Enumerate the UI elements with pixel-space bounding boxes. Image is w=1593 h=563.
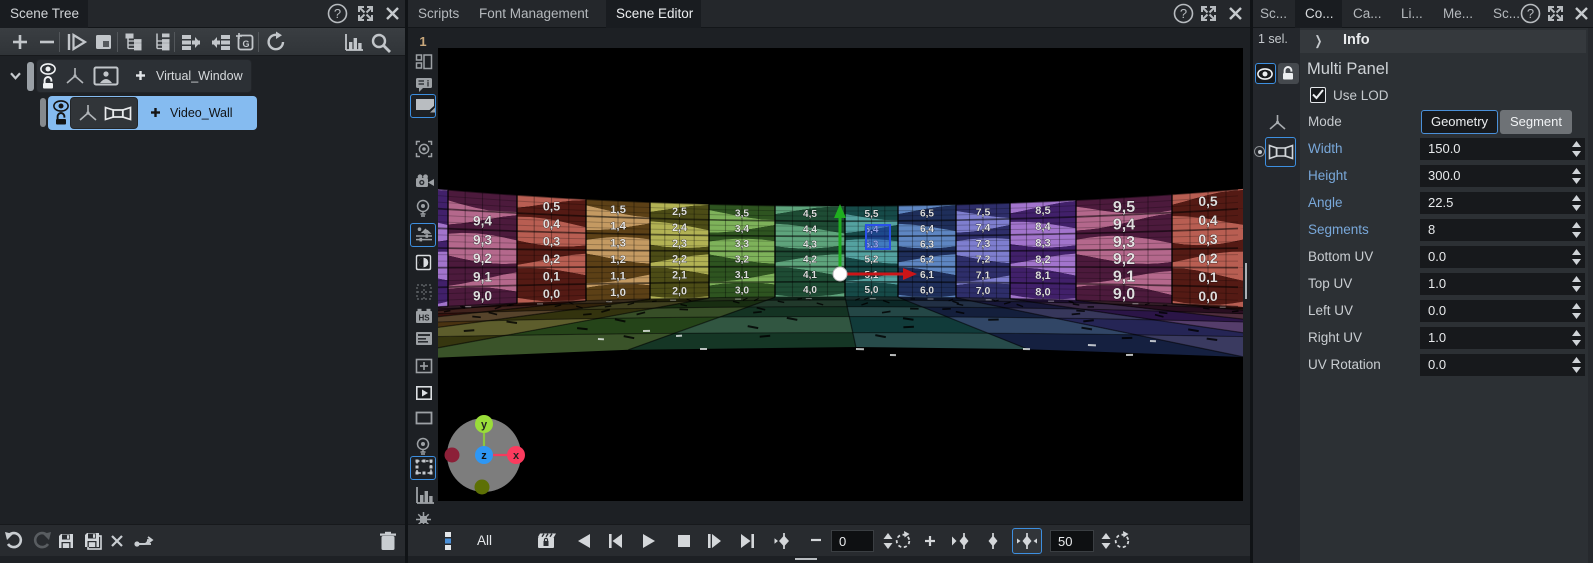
svg-text:2,0: 2,0 (672, 286, 687, 298)
svg-text:5,5: 5,5 (865, 209, 879, 220)
svg-text:5,2: 5,2 (865, 255, 879, 266)
svg-text:9,2: 9,2 (473, 251, 492, 266)
svg-text:6,4: 6,4 (920, 224, 934, 235)
svg-text:9,3: 9,3 (473, 232, 492, 247)
svg-text:9,1: 9,1 (473, 270, 492, 285)
svg-text:0,1: 0,1 (543, 269, 560, 283)
svg-text:3,1: 3,1 (735, 270, 749, 281)
svg-text:4,3: 4,3 (803, 240, 817, 251)
svg-text:6,0: 6,0 (920, 285, 934, 296)
svg-text:8,4: 8,4 (1035, 221, 1051, 233)
svg-text:G: G (242, 39, 249, 49)
svg-text:y: y (481, 419, 488, 431)
svg-text:0,5: 0,5 (1198, 193, 1218, 209)
svg-text:0,1: 0,1 (1198, 269, 1218, 285)
svg-text:3,0: 3,0 (735, 286, 749, 297)
svg-text:0,2: 0,2 (543, 252, 560, 266)
svg-text:x: x (513, 450, 520, 462)
svg-text:1,1: 1,1 (610, 270, 626, 282)
svg-text:8,0: 8,0 (1035, 286, 1050, 298)
svg-text:0,3: 0,3 (543, 234, 560, 248)
svg-text:9,5: 9,5 (1113, 199, 1135, 216)
svg-text:0,0: 0,0 (1198, 288, 1218, 304)
svg-text:3,3: 3,3 (735, 239, 749, 250)
svg-text:9,1: 9,1 (1113, 269, 1135, 286)
svg-text:9,3: 9,3 (1113, 234, 1135, 251)
svg-text:0,2: 0,2 (1198, 250, 1218, 266)
svg-text:8,1: 8,1 (1035, 270, 1050, 282)
svg-text:4,2: 4,2 (803, 255, 817, 266)
svg-text:9,2: 9,2 (1113, 251, 1135, 268)
svg-text:9,4: 9,4 (473, 214, 492, 229)
svg-text:7,5: 7,5 (976, 207, 991, 219)
svg-text:2,5: 2,5 (672, 206, 687, 218)
svg-text:3,5: 3,5 (735, 208, 749, 219)
svg-text:6,5: 6,5 (920, 209, 934, 220)
svg-text:9,0: 9,0 (473, 289, 492, 304)
svg-text:6,3: 6,3 (920, 239, 934, 250)
svg-text:0,5: 0,5 (543, 199, 560, 213)
svg-text:z: z (481, 450, 487, 462)
svg-text:?: ? (1527, 6, 1534, 21)
svg-text:7,3: 7,3 (976, 238, 991, 250)
svg-text:0,4: 0,4 (543, 217, 560, 231)
svg-text:4,4: 4,4 (803, 224, 817, 235)
svg-text:8,3: 8,3 (1035, 238, 1050, 250)
svg-text:1,3: 1,3 (610, 237, 626, 249)
svg-text:?: ? (334, 6, 341, 21)
svg-text:9,0: 9,0 (1113, 286, 1135, 303)
svg-text:8,5: 8,5 (1035, 205, 1050, 217)
svg-text:0,4: 0,4 (1198, 212, 1218, 228)
svg-text:?: ? (1180, 6, 1187, 21)
svg-text:1,2: 1,2 (610, 254, 626, 266)
svg-text:7,4: 7,4 (976, 222, 991, 234)
svg-text:4,1: 4,1 (803, 270, 817, 281)
svg-text:3,2: 3,2 (735, 255, 749, 266)
svg-text:2,4: 2,4 (672, 222, 687, 234)
svg-text:0,3: 0,3 (1198, 231, 1218, 247)
svg-text:6,1: 6,1 (920, 270, 934, 281)
svg-text:7,2: 7,2 (976, 254, 991, 266)
svg-text:3,4: 3,4 (735, 224, 749, 235)
svg-text:2,2: 2,2 (672, 254, 687, 266)
svg-text:i: i (427, 79, 430, 89)
svg-text:HS: HS (418, 314, 430, 323)
svg-text:2,3: 2,3 (672, 238, 687, 250)
svg-text:6,2: 6,2 (920, 255, 934, 266)
svg-text:7,0: 7,0 (976, 285, 991, 297)
svg-text:1,4: 1,4 (610, 221, 626, 233)
svg-text:7,1: 7,1 (976, 269, 991, 281)
svg-text:4,5: 4,5 (803, 209, 817, 220)
svg-text:4,0: 4,0 (803, 285, 817, 296)
svg-text:2,1: 2,1 (672, 270, 687, 282)
svg-text:1,0: 1,0 (610, 287, 626, 299)
svg-text:8,2: 8,2 (1035, 254, 1050, 266)
svg-text:9,4: 9,4 (1113, 216, 1135, 233)
svg-text:5,0: 5,0 (865, 285, 879, 296)
svg-text:1,5: 1,5 (610, 204, 626, 216)
svg-text:0,0: 0,0 (543, 287, 560, 301)
